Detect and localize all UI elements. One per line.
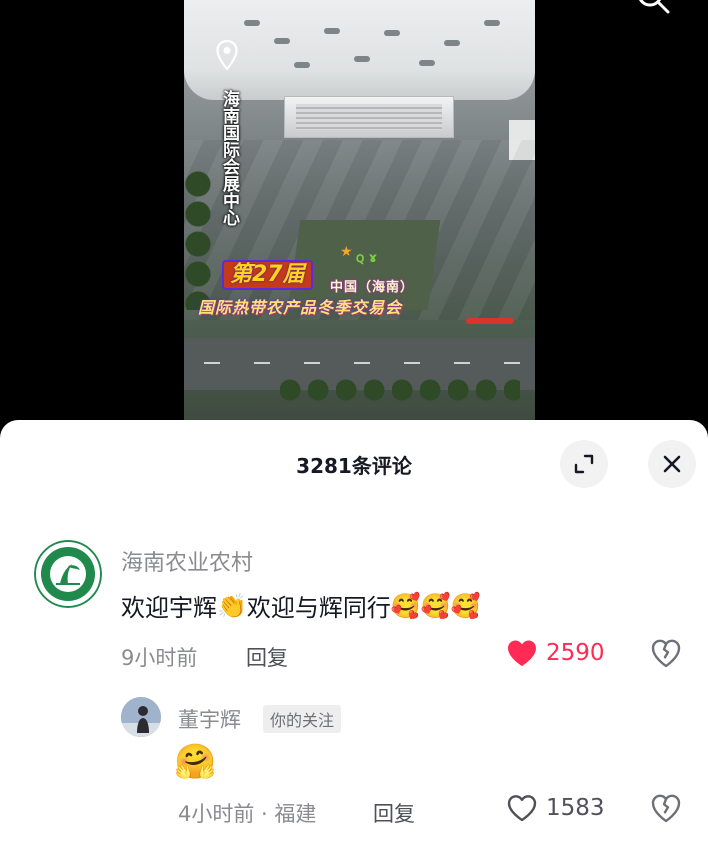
road-marking [204, 362, 220, 364]
star-icon: ★ [340, 244, 353, 260]
banner-subtitle: 中国（海南） [330, 280, 415, 295]
road-marking [454, 362, 470, 364]
expand-button[interactable] [560, 440, 608, 488]
event-logo: ꞯ ɤ [356, 251, 378, 266]
tree-row [280, 370, 520, 410]
heart-face-emojis: 🥰🥰🥰 [390, 591, 481, 620]
comment-text-part: 欢迎与辉同行 [246, 594, 391, 622]
close-button[interactable] [648, 440, 696, 488]
road-marking [254, 362, 270, 364]
comment-author[interactable]: 海南农业农村 [121, 545, 253, 577]
reply-author[interactable]: 董宇辉 [178, 704, 241, 734]
banner-edition: 第27届 [222, 260, 313, 290]
clapping-emoji: 👏 [217, 591, 247, 620]
reply-button[interactable]: 回复 [373, 798, 415, 828]
roof-detail [294, 62, 310, 68]
tree-row [184, 170, 214, 310]
broken-heart-icon[interactable] [650, 638, 682, 668]
banner-edition-row: 第27届 [222, 260, 313, 290]
roof-detail [354, 56, 370, 62]
comment-text-part: 欢迎宇辉 [121, 594, 217, 622]
roof-detail [484, 20, 500, 26]
reply-time-location: 4小时前 · 福建 [178, 802, 317, 826]
entrance-stripes [296, 104, 442, 130]
location-pin-icon [216, 40, 238, 70]
close-icon [663, 455, 681, 473]
comments-sheet: 3281条评论 海南农业农村 欢迎宇辉 👏 欢迎与辉同行 🥰🥰🥰 9小时前 回复… [0, 420, 708, 846]
road-marking [404, 362, 420, 364]
expand-icon [574, 454, 594, 474]
avatar[interactable] [34, 540, 102, 608]
road-marking [304, 362, 320, 364]
heart-outline-icon [507, 795, 537, 822]
roof-detail [274, 38, 290, 44]
roof-detail [384, 30, 400, 36]
video-player[interactable]: 海南国际会展中心 ★ ꞯ ɤ 第27届 中国（海南） 国际热带农产品冬季交易会 [0, 0, 708, 430]
roof-detail [444, 40, 460, 46]
comment-text: 欢迎宇辉 👏 欢迎与辉同行 🥰🥰🥰 [121, 588, 481, 623]
search-icon[interactable] [636, 0, 672, 16]
comment-time: 9小时前 [121, 646, 198, 670]
video-frame[interactable]: 海南国际会展中心 ★ ꞯ ɤ 第27届 中国（海南） 国际热带农产品冬季交易会 [184, 0, 535, 420]
reply-button[interactable]: 回复 [246, 642, 288, 672]
broken-heart-icon[interactable] [650, 793, 682, 823]
roof-detail [244, 20, 260, 26]
roof-detail [419, 60, 435, 66]
banner-decoration [466, 318, 514, 324]
following-tag: 你的关注 [263, 705, 342, 733]
like-count: 1583 [546, 795, 605, 821]
heart-filled-icon [508, 640, 536, 666]
road-marking [354, 362, 370, 364]
like-button[interactable]: 2590 [506, 639, 605, 667]
video-location-title: 海南国际会展中心 [219, 90, 239, 226]
road-marking [504, 362, 520, 364]
like-button[interactable]: 1583 [506, 794, 605, 822]
avatar[interactable] [121, 697, 161, 737]
banner-title: 国际热带农产品冬季交易会 [198, 298, 403, 317]
reply-text: 🤗 [174, 742, 217, 782]
roof-detail [324, 28, 340, 34]
like-count: 2590 [546, 640, 605, 666]
